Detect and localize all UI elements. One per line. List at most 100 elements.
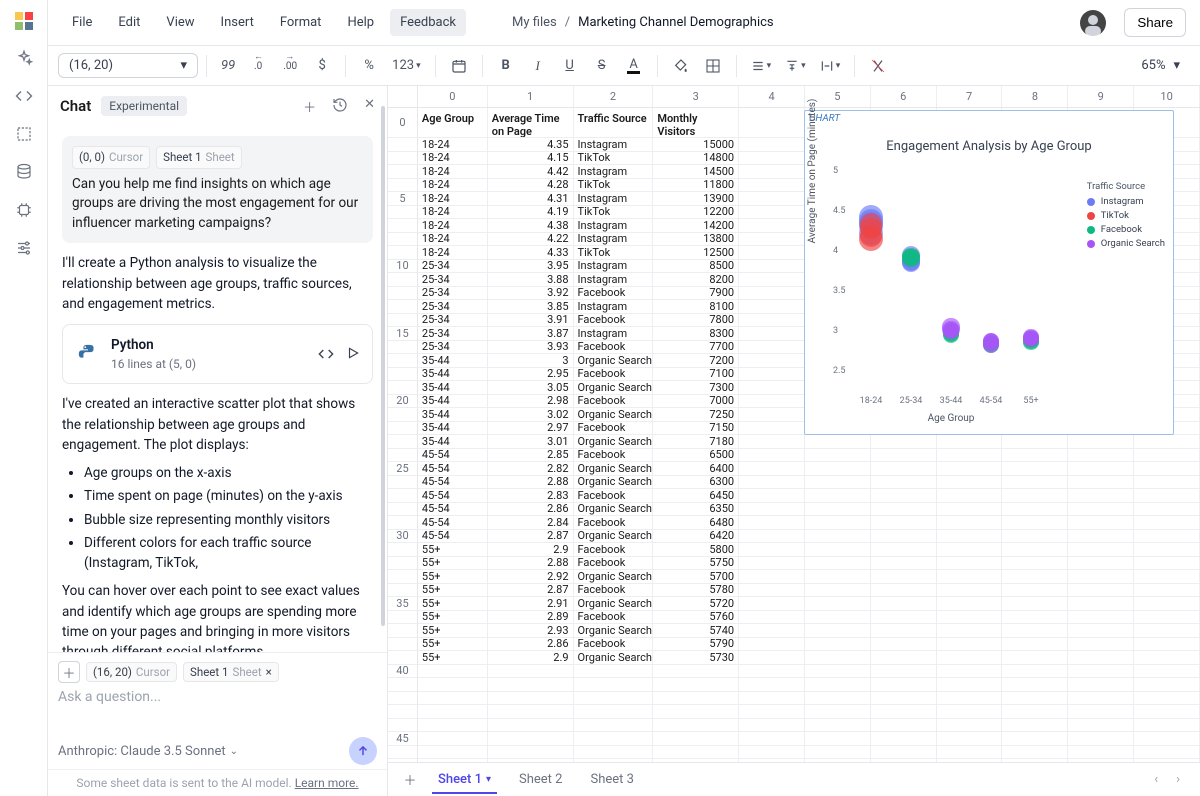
composer-cell-chip[interactable]: (16, 20) Cursor [86, 662, 177, 682]
borders-button[interactable] [698, 51, 728, 81]
bullet-item: Age groups on the x-axis [84, 463, 373, 483]
chat-title: Chat [60, 97, 91, 115]
context-cell-chip: (0, 0) Cursor [72, 146, 150, 169]
menu-edit[interactable]: Edit [108, 9, 150, 36]
sparkle-icon[interactable] [14, 48, 34, 68]
assistant-p1: I'll create a Python analysis to visuali… [62, 253, 373, 314]
chip-icon[interactable] [14, 200, 34, 220]
date-format[interactable] [444, 51, 474, 81]
settings-sliders-icon[interactable] [14, 238, 34, 258]
menubar: File Edit View Insert Format Help Feedba… [48, 0, 1200, 46]
select-box-icon[interactable] [14, 124, 34, 144]
tab-sheet3[interactable]: Sheet 3 [578, 766, 645, 793]
embedded-chart[interactable]: CHART Engagement Analysis by Age Group A… [804, 110, 1174, 435]
cell-ref-text: (16, 20) [69, 58, 113, 73]
formula-off-icon[interactable] [863, 51, 893, 81]
legend-item: TikTok [1101, 210, 1129, 221]
col-head[interactable]: 4 [739, 86, 805, 107]
col-head[interactable]: 0 [418, 86, 488, 107]
menu-format[interactable]: Format [270, 9, 332, 36]
increase-decimal[interactable]: .00→ [275, 51, 305, 81]
tab-sheet1[interactable]: Sheet 1▾ [426, 766, 503, 793]
chart-legend: Traffic Source Instagram TikTok Facebook… [1087, 181, 1165, 252]
percent-format[interactable]: % [354, 51, 384, 81]
y-axis-label: Average Time on Page (minutes) [807, 86, 818, 271]
col-head[interactable]: 6 [871, 86, 937, 107]
run-code-icon[interactable] [346, 346, 360, 362]
h-align-button[interactable]: ▾ [745, 51, 778, 81]
tab-sheet2[interactable]: Sheet 2 [507, 766, 574, 793]
x-axis-label: Age Group [851, 413, 1051, 424]
bullet-item: Different colors for each traffic source… [84, 533, 373, 574]
chevron-down-icon: ▾ [836, 61, 841, 71]
learn-more-link[interactable]: Learn more. [295, 776, 359, 790]
legend-item: Instagram [1101, 196, 1144, 207]
history-icon[interactable] [332, 97, 348, 116]
menu-view[interactable]: View [156, 9, 204, 36]
zoom-control[interactable]: 65%▾ [1141, 58, 1190, 73]
col-head[interactable]: 10 [1134, 86, 1200, 107]
chevron-down-icon: ▾ [486, 774, 491, 785]
col-head[interactable]: 8 [1002, 86, 1068, 107]
col-head[interactable]: 9 [1068, 86, 1134, 107]
chevron-down-icon: ▾ [1173, 58, 1180, 73]
breadcrumb-root[interactable]: My files [512, 15, 557, 30]
scrollbar[interactable] [379, 86, 387, 796]
bold-button[interactable]: B [491, 51, 521, 81]
num123-label: 123 [392, 58, 414, 73]
bullet-item: Bubble size representing monthly visitor… [84, 510, 373, 530]
menu-feedback[interactable]: Feedback [390, 9, 466, 36]
add-sheet-button[interactable]: ＋ [398, 768, 422, 792]
assistant-p3: You can hover over each point to see exa… [62, 581, 373, 652]
database-icon[interactable] [14, 162, 34, 182]
send-button[interactable] [349, 737, 377, 765]
menu-insert[interactable]: Insert [211, 9, 264, 36]
currency-format[interactable]: $ [307, 51, 337, 81]
next-sheet-icon[interactable]: › [1176, 772, 1180, 787]
app-logo [15, 12, 33, 30]
v-align-button[interactable]: ▾ [779, 51, 812, 81]
code-card[interactable]: Python16 lines at (5, 0) [62, 324, 373, 384]
text-color-button[interactable]: A [619, 51, 649, 81]
menu-help[interactable]: Help [337, 9, 384, 36]
italic-button[interactable]: I [523, 51, 553, 81]
chevron-down-icon: ▾ [416, 61, 421, 71]
composer-sheet-chip[interactable]: Sheet 1 Sheet × [183, 662, 279, 682]
format-plain-number[interactable]: 99 [215, 51, 241, 81]
spreadsheet: 0 1 2 3 4 5 6 7 8 9 10 0Age GroupAverage… [388, 86, 1200, 796]
legend-title: Traffic Source [1087, 181, 1165, 192]
model-selector[interactable]: Anthropic: Claude 3.5 Sonnet ⌄ [58, 744, 238, 759]
legend-item: Facebook [1101, 224, 1142, 235]
chat-footnote: Some sheet data is sent to the AI model.… [48, 769, 387, 796]
chat-composer: ＋ (16, 20) Cursor Sheet 1 Sheet × Anthro… [48, 652, 387, 769]
prev-sheet-icon[interactable]: ‹ [1154, 772, 1158, 787]
assistant-bullets: Age groups on the x-axis Time spent on p… [62, 463, 373, 573]
code-sub: 16 lines at (5, 0) [111, 355, 308, 373]
fill-color-button[interactable] [666, 51, 696, 81]
number-format-menu[interactable]: 123▾ [386, 51, 426, 81]
share-button[interactable]: Share [1124, 8, 1186, 37]
chevron-down-icon: ▾ [801, 61, 806, 71]
breadcrumb: My files / Marketing Channel Demographic… [512, 15, 774, 30]
cell-reference[interactable]: (16, 20)▾ [58, 53, 198, 78]
close-icon[interactable]: ✕ [364, 97, 375, 116]
python-icon [75, 341, 101, 367]
chat-input[interactable] [58, 689, 377, 729]
menu-file[interactable]: File [62, 9, 102, 36]
strike-button[interactable]: S [587, 51, 617, 81]
open-code-icon[interactable] [318, 346, 334, 362]
col-head[interactable]: 3 [653, 86, 739, 107]
wrap-button[interactable]: ▾ [814, 51, 847, 81]
add-context-button[interactable]: ＋ [58, 661, 80, 683]
plus-icon[interactable]: ＋ [303, 97, 316, 116]
col-head[interactable]: 2 [574, 86, 654, 107]
avatar[interactable] [1080, 10, 1106, 36]
assistant-p2: I've created an interactive scatter plot… [62, 394, 373, 455]
underline-button[interactable]: U [555, 51, 585, 81]
decrease-decimal[interactable]: .0← [243, 51, 273, 81]
chart-plot-area [851, 171, 1051, 371]
toolbar: (16, 20)▾ 99 .0← .00→ $ % 123▾ B I U S A… [48, 46, 1200, 86]
col-head[interactable]: 1 [488, 86, 574, 107]
col-head[interactable]: 7 [937, 86, 1003, 107]
code-icon[interactable] [14, 86, 34, 106]
